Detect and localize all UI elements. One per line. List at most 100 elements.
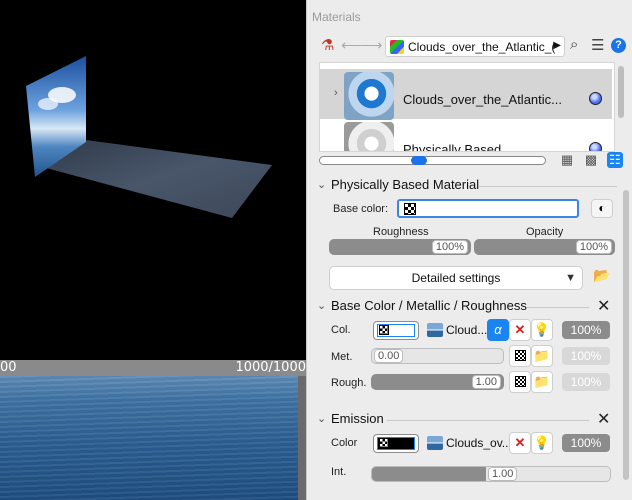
material-name: Clouds_over_the_Atlantic... — [403, 92, 562, 107]
divider — [527, 307, 589, 308]
opacity-label: Opacity — [526, 226, 564, 238]
open-folder-button[interactable]: 📂 — [593, 267, 613, 287]
menu-icon[interactable]: ☰ — [591, 36, 604, 54]
met-strength[interactable]: 100% — [562, 347, 610, 365]
section-emission[interactable]: ⌄ Emission ✕ — [307, 410, 627, 430]
list-scrollbar[interactable] — [618, 66, 624, 118]
scene-preview — [26, 56, 272, 218]
intensity-slider[interactable]: 1.00 — [371, 466, 611, 482]
path-dropdown-icon[interactable]: ▶ — [553, 40, 561, 51]
divider — [479, 186, 617, 187]
emission-color-label: Color — [331, 437, 358, 449]
alpha-icon: α — [494, 322, 502, 337]
materials-toolbar: ⚗ ⟵ ⟶ Clouds_over_the_Atlantic_( ▶ ⌕ ☰ ? — [307, 34, 632, 58]
col-strength[interactable]: 100% — [562, 321, 610, 339]
panel-scrollbar[interactable] — [623, 190, 629, 480]
checker-icon — [404, 203, 416, 215]
roughness-folder-button[interactable]: 📁 — [531, 371, 553, 393]
checker-icon — [514, 376, 526, 387]
emission-strength[interactable]: 100% — [562, 434, 610, 452]
met-label: Met. — [331, 351, 353, 363]
remove-texture-button[interactable]: ✕ — [509, 319, 531, 341]
detailed-settings-dropdown[interactable]: Detailed settings ▼ — [329, 266, 583, 290]
section-base-color[interactable]: ⌄ Base Color / Metallic / Roughness ✕ — [307, 297, 627, 317]
base-color-chip[interactable] — [373, 321, 419, 340]
metallic-value[interactable]: 0.00 — [374, 349, 404, 363]
material-thumbnail — [344, 72, 394, 120]
materials-panel: Materials ⚗ ⟵ ⟶ Clouds_over_the_Atlantic… — [306, 0, 632, 500]
col-texture-ref[interactable]: Cloud... — [427, 323, 487, 337]
bulb-icon: 💡 — [533, 322, 551, 337]
material-type-icon — [390, 40, 404, 54]
roughness-value[interactable]: 100% — [431, 240, 468, 254]
material-add-icon[interactable]: ⚗ — [321, 36, 334, 54]
material-path-field[interactable]: Clouds_over_the_Atlantic_( ▶ — [385, 36, 565, 57]
forward-arrow-icon[interactable]: ⟶ — [361, 36, 383, 54]
close-icon[interactable]: ✕ — [597, 296, 610, 316]
bulb-icon: 💡 — [533, 435, 551, 450]
emission-light-button[interactable]: 💡 — [531, 432, 553, 454]
rough-label: Rough. — [331, 377, 367, 389]
emission-color-chip[interactable] — [373, 434, 419, 453]
col-label: Col. — [331, 324, 351, 336]
metallic-slider[interactable]: 0.00 — [371, 348, 504, 364]
material-preview-sphere-icon[interactable] — [589, 142, 602, 151]
emission-texture-ref[interactable]: Clouds_ov... — [427, 436, 512, 450]
texture-thumbnail-icon — [427, 436, 443, 450]
folder-icon: 📁 — [533, 348, 551, 363]
section-physically-based[interactable]: ⌄ Physically Based Material — [307, 176, 627, 196]
alpha-toggle-button[interactable]: α — [487, 319, 509, 341]
half-circle-icon: ◐ — [598, 201, 606, 215]
roughness-texture-button[interactable] — [509, 371, 531, 393]
intensity-value[interactable]: 1.00 — [488, 467, 518, 481]
rough-strength[interactable]: 100% — [562, 373, 610, 391]
preview-divider[interactable] — [298, 376, 306, 500]
grid-view-icon[interactable]: ▦ — [559, 152, 575, 168]
emission-texture-name: Clouds_ov... — [446, 436, 512, 450]
opacity-slider[interactable]: 100% — [474, 239, 615, 255]
help-icon[interactable]: ? — [611, 38, 626, 53]
material-thumbnail — [344, 122, 394, 151]
base-color-field[interactable] — [397, 199, 579, 218]
material-list-item[interactable]: Physically Based — [320, 119, 612, 152]
3d-viewport[interactable]: 00 1000/1000 — [0, 0, 306, 500]
delete-icon: ✕ — [514, 435, 526, 450]
collapse-chevron-icon[interactable]: ⌄ — [317, 299, 326, 312]
dropdown-label: Detailed settings — [411, 271, 501, 285]
expand-chevron-icon[interactable]: › — [334, 87, 338, 99]
list-grid-view-icon[interactable]: ▩ — [583, 152, 599, 168]
timeline-frame-counter: 1000/1000 — [235, 360, 306, 375]
col-texture-name: Cloud... — [446, 323, 488, 337]
divider — [387, 420, 589, 421]
checker-icon — [379, 325, 389, 335]
thumbnail-size-slider[interactable] — [319, 156, 546, 165]
collapse-chevron-icon[interactable]: ⌄ — [317, 412, 326, 425]
material-preview-sphere-icon[interactable] — [589, 92, 602, 105]
chevron-down-icon: ▼ — [565, 272, 576, 284]
timeline-bar[interactable]: 00 1000/1000 — [0, 360, 306, 376]
texture-thumbnail-icon — [427, 323, 443, 337]
search-icon[interactable]: ⌕ — [570, 36, 578, 53]
delete-icon: ✕ — [514, 322, 526, 337]
color-picker-button[interactable]: ◐ — [591, 199, 613, 218]
metallic-texture-button[interactable] — [509, 345, 531, 367]
roughness-map-slider[interactable]: 1.00 — [371, 374, 504, 390]
roughness-map-value[interactable]: 1.00 — [471, 375, 501, 389]
intensity-fill — [372, 467, 487, 481]
roughness-slider[interactable]: 100% — [329, 239, 471, 255]
metallic-folder-button[interactable]: 📁 — [531, 345, 553, 367]
light-button[interactable]: 💡 — [531, 319, 553, 341]
material-name: Physically Based — [403, 142, 502, 152]
checker-icon — [514, 350, 526, 361]
back-arrow-icon[interactable]: ⟵ — [341, 36, 363, 54]
material-list-item[interactable]: › Clouds_over_the_Atlantic... — [320, 69, 612, 120]
slider-handle[interactable] — [411, 156, 427, 165]
close-icon[interactable]: ✕ — [597, 409, 610, 429]
folder-icon: 📂 — [593, 267, 611, 283]
remove-emission-texture-button[interactable]: ✕ — [509, 432, 531, 454]
list-view-icon[interactable]: ☷ — [607, 152, 623, 168]
timeline-start: 00 — [0, 360, 17, 375]
collapse-chevron-icon[interactable]: ⌄ — [317, 178, 326, 191]
opacity-value[interactable]: 100% — [575, 240, 612, 254]
material-list[interactable]: › Clouds_over_the_Atlantic... Physically… — [319, 62, 615, 152]
